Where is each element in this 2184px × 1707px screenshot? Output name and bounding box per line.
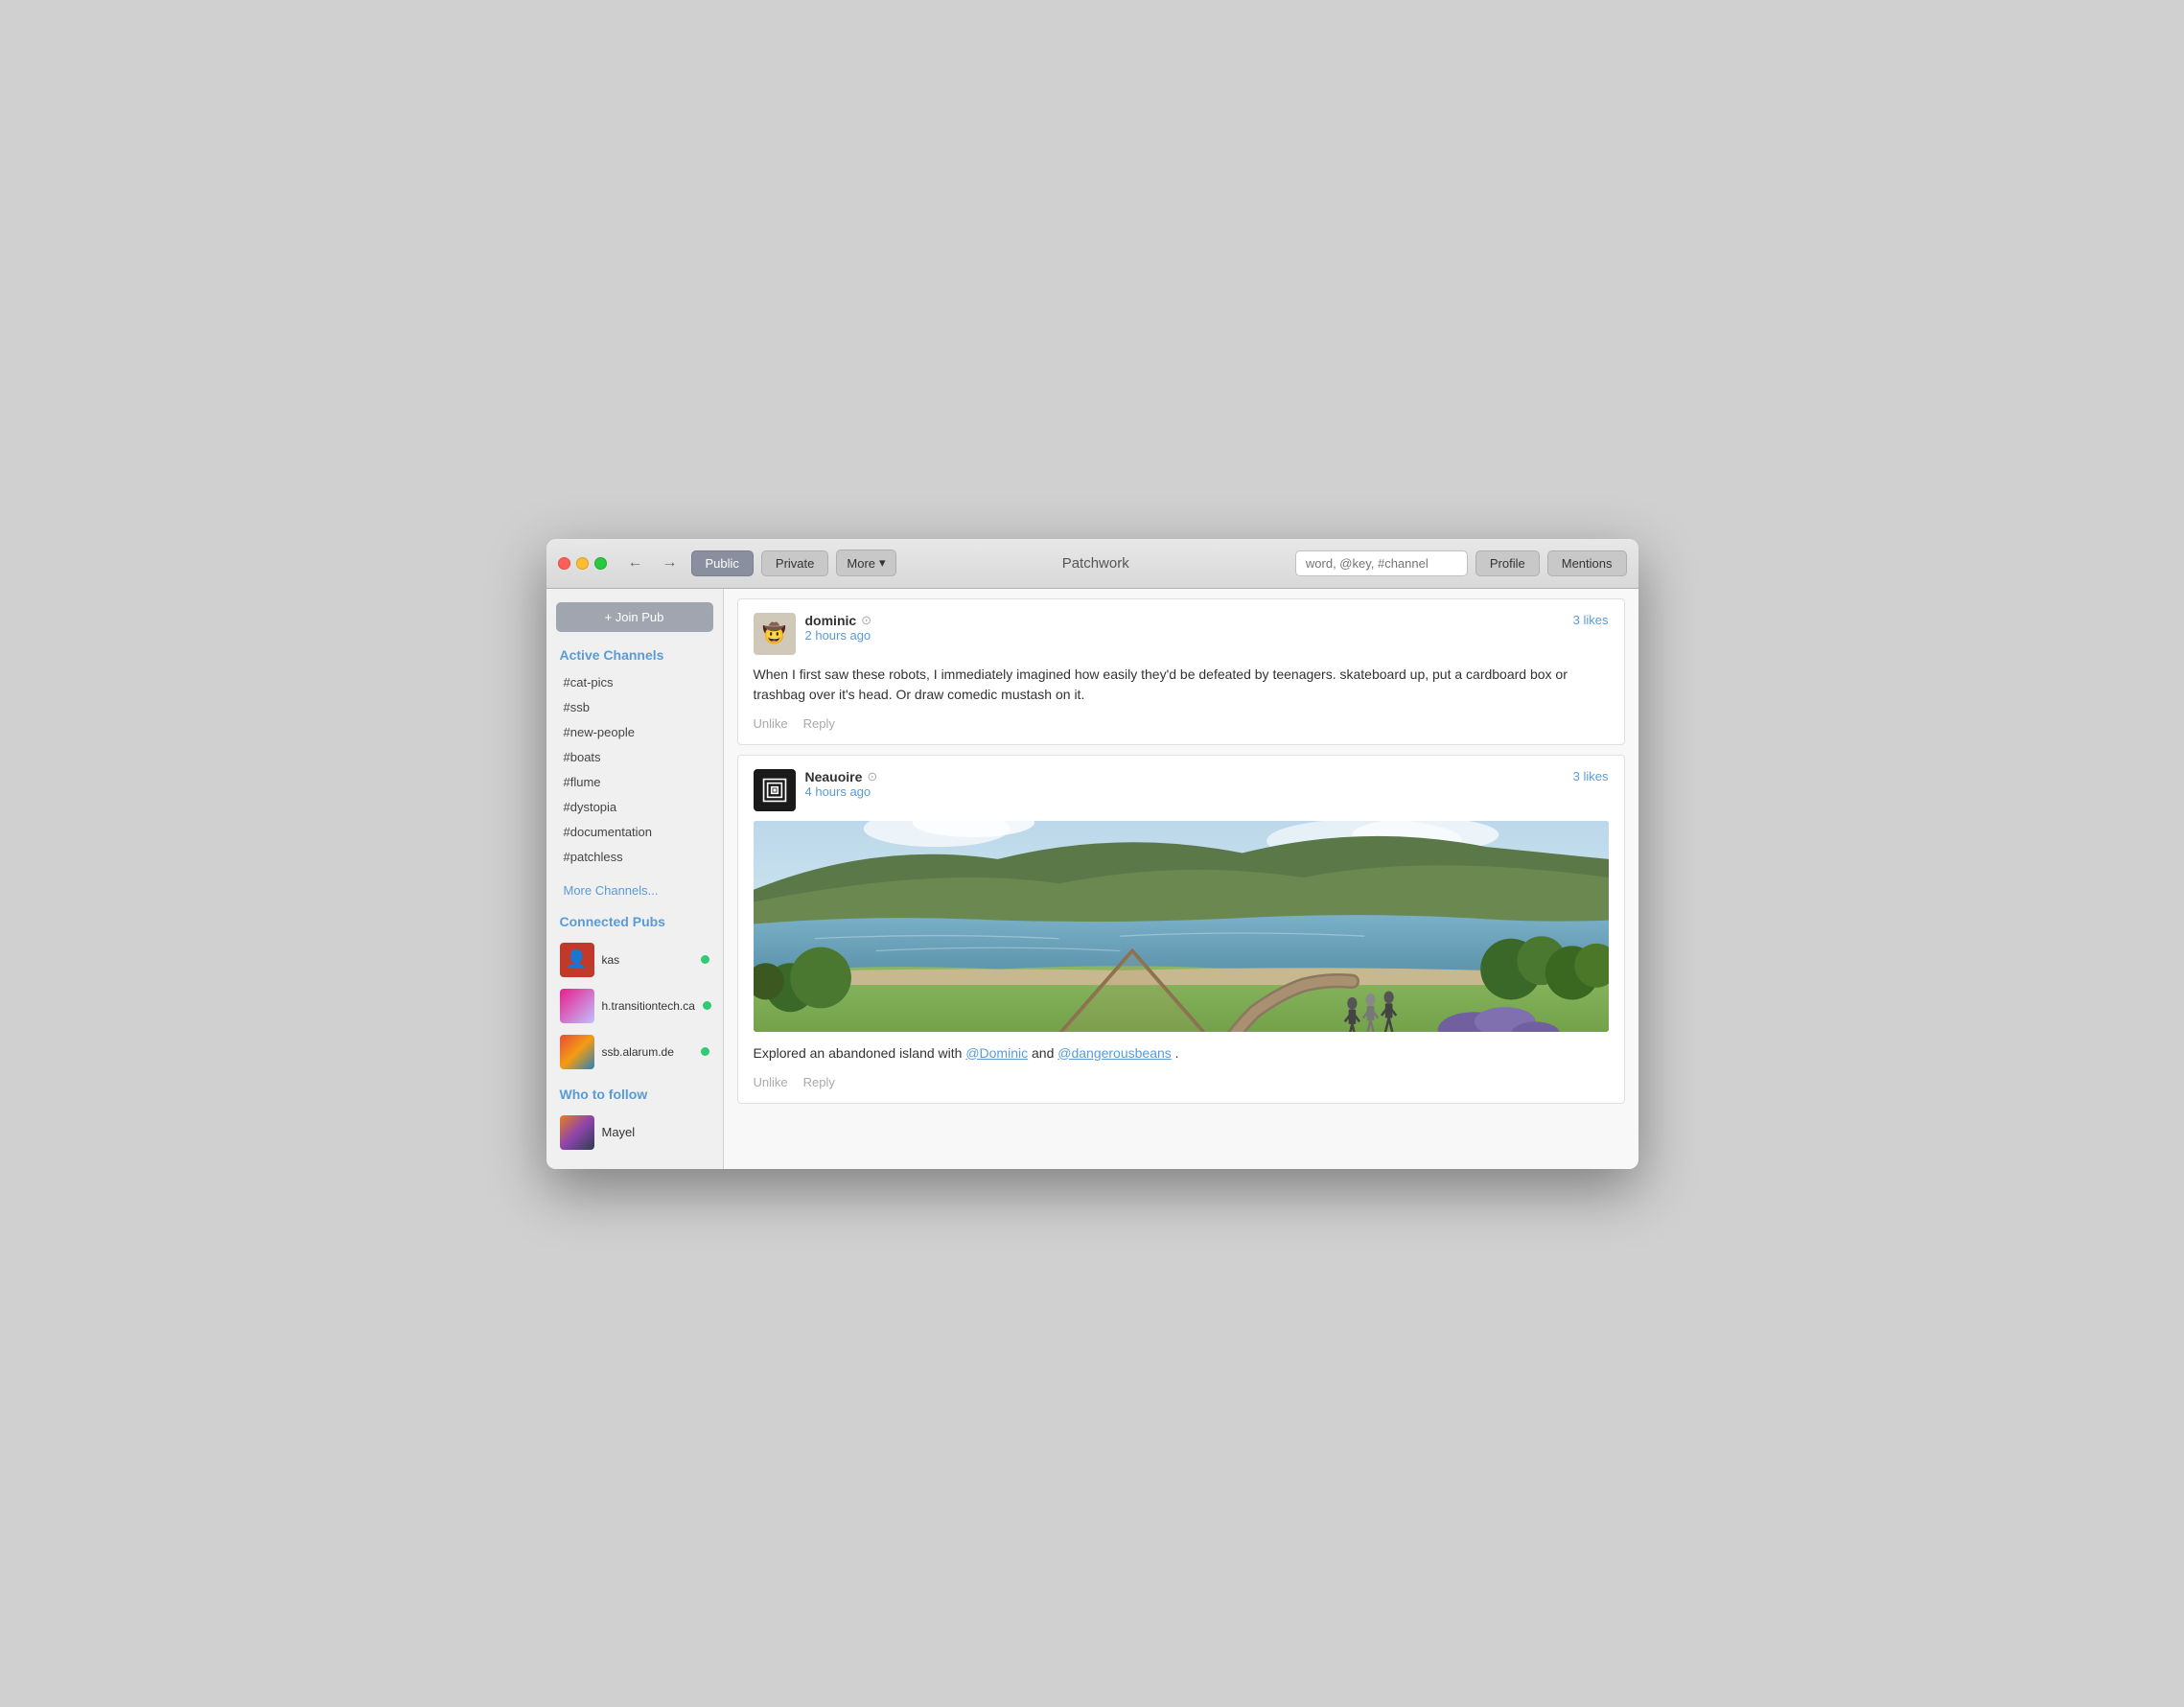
pub-name-alarum: ssb.alarum.de bbox=[602, 1045, 693, 1059]
more-channels-link[interactable]: More Channels... bbox=[556, 878, 713, 902]
close-button[interactable] bbox=[558, 557, 570, 570]
channel-item[interactable]: #boats bbox=[556, 745, 713, 769]
sidebar: + Join Pub Active Channels #cat-pics #ss… bbox=[546, 589, 724, 1169]
caption-suffix: . bbox=[1175, 1045, 1179, 1061]
app-title: Patchwork bbox=[904, 555, 1288, 572]
maximize-button[interactable] bbox=[594, 557, 607, 570]
online-indicator bbox=[703, 1001, 711, 1010]
channel-item[interactable]: #dystopia bbox=[556, 795, 713, 819]
follow-avatar-mayel bbox=[560, 1115, 594, 1150]
titlebar: ← → Public Private More ▾ Patchwork Prof… bbox=[546, 539, 1638, 589]
public-tab[interactable]: Public bbox=[691, 550, 754, 576]
verified-icon-2: ⊙ bbox=[867, 769, 877, 784]
chevron-down-icon: ▾ bbox=[879, 555, 886, 571]
pub-item-kas[interactable]: 👤 kas bbox=[556, 937, 713, 983]
post-header-2: Neauoire ⊙ 4 hours ago 3 likes bbox=[754, 769, 1609, 811]
caption-mid: and bbox=[1032, 1045, 1057, 1061]
mention-dangerousbeans[interactable]: @dangerousbeans bbox=[1057, 1045, 1172, 1061]
follow-suggestion-mayel[interactable]: Mayel bbox=[556, 1110, 713, 1156]
channel-list: #cat-pics #ssb #new-people #boats #flume… bbox=[556, 670, 713, 869]
pub-avatar-kas: 👤 bbox=[560, 943, 594, 977]
post-card-1: 🤠 dominic ⊙ 2 hours ago 3 likes When I f… bbox=[737, 598, 1625, 745]
post-header-1: 🤠 dominic ⊙ 2 hours ago 3 likes bbox=[754, 613, 1609, 655]
post-time-1: 2 hours ago bbox=[805, 628, 1573, 643]
join-pub-button[interactable]: + Join Pub bbox=[556, 602, 713, 632]
follow-name-mayel: Mayel bbox=[602, 1125, 636, 1139]
reply-button-1[interactable]: Reply bbox=[803, 716, 835, 731]
post-likes-2[interactable]: 3 likes bbox=[1573, 769, 1609, 783]
channel-item[interactable]: #new-people bbox=[556, 720, 713, 744]
post-author-neauoire: Neauoire bbox=[805, 769, 863, 784]
unlike-button-1[interactable]: Unlike bbox=[754, 716, 788, 731]
pub-name-kas: kas bbox=[602, 953, 693, 967]
traffic-lights bbox=[558, 557, 607, 570]
post-body-1: When I first saw these robots, I immedia… bbox=[754, 665, 1609, 705]
channel-item[interactable]: #ssb bbox=[556, 695, 713, 719]
post-meta-2: Neauoire ⊙ 4 hours ago bbox=[805, 769, 1573, 799]
mention-dominic[interactable]: @Dominic bbox=[965, 1045, 1028, 1061]
post-image-neauoire bbox=[754, 821, 1609, 1032]
minimize-button[interactable] bbox=[576, 557, 589, 570]
channel-item[interactable]: #documentation bbox=[556, 820, 713, 844]
private-tab[interactable]: Private bbox=[761, 550, 828, 576]
online-indicator bbox=[701, 1047, 709, 1056]
channel-item[interactable]: #flume bbox=[556, 770, 713, 794]
caption-prefix: Explored an abandoned island with bbox=[754, 1045, 966, 1061]
mentions-button[interactable]: Mentions bbox=[1547, 550, 1627, 576]
feed: 🤠 dominic ⊙ 2 hours ago 3 likes When I f… bbox=[724, 589, 1638, 1169]
verified-icon: ⊙ bbox=[861, 613, 871, 628]
channel-item[interactable]: #patchless bbox=[556, 845, 713, 869]
landscape-svg bbox=[754, 821, 1609, 1032]
pub-item-alarum[interactable]: ssb.alarum.de bbox=[556, 1029, 713, 1075]
app-window: ← → Public Private More ▾ Patchwork Prof… bbox=[546, 539, 1638, 1169]
pub-item-transitiontech[interactable]: h.transitiontech.ca bbox=[556, 983, 713, 1029]
unlike-button-2[interactable]: Unlike bbox=[754, 1075, 788, 1089]
post-author-line-2: Neauoire ⊙ bbox=[805, 769, 1573, 784]
post-time-2: 4 hours ago bbox=[805, 784, 1573, 799]
post-author-dominic: dominic bbox=[805, 613, 857, 628]
post-author-line-1: dominic ⊙ bbox=[805, 613, 1573, 628]
post-meta-1: dominic ⊙ 2 hours ago bbox=[805, 613, 1573, 643]
main-layout: + Join Pub Active Channels #cat-pics #ss… bbox=[546, 589, 1638, 1169]
post-actions-2: Unlike Reply bbox=[754, 1075, 1609, 1089]
connected-pubs-title: Connected Pubs bbox=[556, 914, 713, 929]
post-likes-1[interactable]: 3 likes bbox=[1573, 613, 1609, 627]
back-button[interactable]: ← bbox=[622, 552, 649, 573]
post-caption-2: Explored an abandoned island with @Domin… bbox=[754, 1043, 1609, 1064]
who-to-follow-title: Who to follow bbox=[556, 1087, 713, 1102]
reply-button-2[interactable]: Reply bbox=[803, 1075, 835, 1089]
channel-item[interactable]: #cat-pics bbox=[556, 670, 713, 694]
search-input[interactable] bbox=[1295, 550, 1468, 576]
pub-avatar-alarum bbox=[560, 1035, 594, 1069]
profile-button[interactable]: Profile bbox=[1475, 550, 1540, 576]
post-actions-1: Unlike Reply bbox=[754, 716, 1609, 731]
neauoire-avatar-icon bbox=[757, 773, 792, 807]
online-indicator bbox=[701, 955, 709, 964]
post-avatar-dominic[interactable]: 🤠 bbox=[754, 613, 796, 655]
forward-button[interactable]: → bbox=[657, 552, 684, 573]
post-card-2: Neauoire ⊙ 4 hours ago 3 likes bbox=[737, 755, 1625, 1104]
pub-name-transitiontech: h.transitiontech.ca bbox=[602, 999, 695, 1013]
more-button[interactable]: More ▾ bbox=[836, 550, 895, 576]
active-channels-title: Active Channels bbox=[556, 647, 713, 663]
pub-avatar-transition bbox=[560, 989, 594, 1023]
post-avatar-neauoire[interactable] bbox=[754, 769, 796, 811]
